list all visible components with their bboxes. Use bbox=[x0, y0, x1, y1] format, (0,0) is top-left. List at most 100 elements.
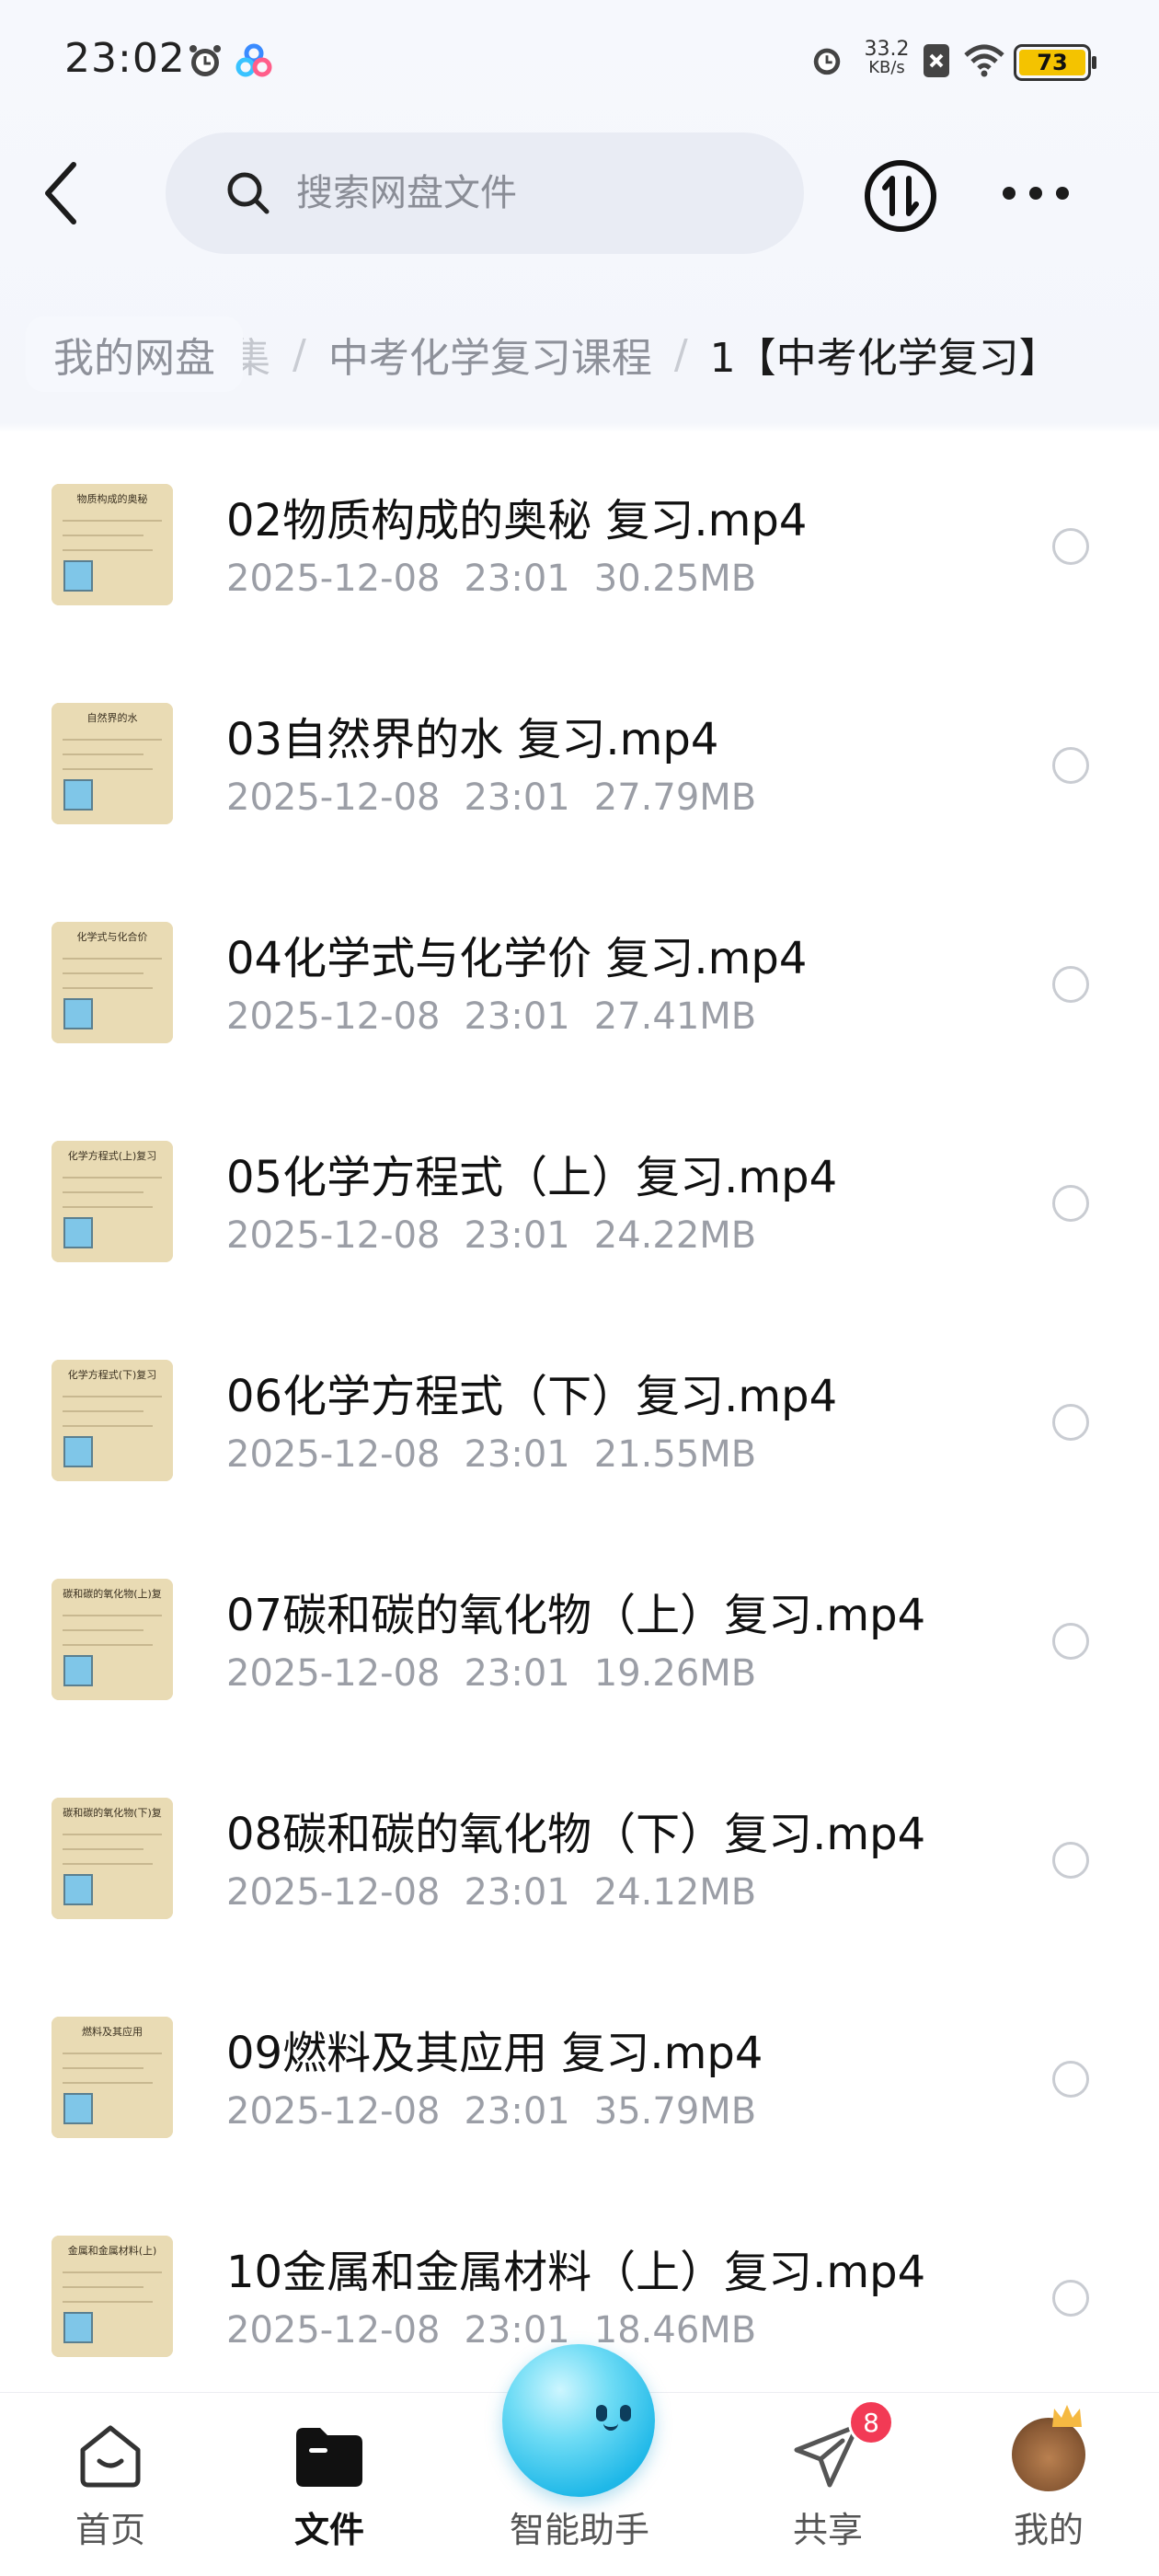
file-row[interactable]: 碳和碳的氧化物(下)复 08碳和碳的氧化物（下）复习.mp4 2025-12-08 2… bbox=[0, 1746, 1159, 1965]
status-bar: 23:02 33.2 KB/s 73 bbox=[0, 0, 1159, 120]
battery-indicator: 73 bbox=[1014, 44, 1096, 81]
orb-eye bbox=[620, 2405, 631, 2421]
select-radio[interactable] bbox=[1052, 1185, 1089, 1222]
video-thumbnail: 碳和碳的氧化物(下)复 bbox=[52, 1798, 173, 1919]
select-radio[interactable] bbox=[1052, 966, 1089, 1003]
video-thumbnail: 金属和金属材料(上) bbox=[52, 2236, 173, 2357]
orb-eye bbox=[596, 2405, 607, 2421]
select-radio[interactable] bbox=[1052, 1842, 1089, 1879]
file-date: 2025-12-08 bbox=[226, 995, 441, 1038]
file-row[interactable]: 燃料及其应用 09燃料及其应用 复习.mp4 2025-12-08 23:01 35.7… bbox=[0, 1965, 1159, 2184]
thumbnail-image: 自然界的水 bbox=[52, 703, 173, 824]
file-size: 35.79MB bbox=[593, 2090, 757, 2133]
select-radio[interactable] bbox=[1052, 1404, 1089, 1441]
video-thumbnail: 化学式与化合价 bbox=[52, 922, 173, 1043]
nav-share-label: 共享 bbox=[792, 2510, 863, 2550]
file-row[interactable]: 化学方程式(上)复习 05化学方程式（上）复习.mp4 2025-12-08 23:0… bbox=[0, 1089, 1159, 1308]
thumbnail-image: 化学方程式(上)复习 bbox=[52, 1141, 173, 1262]
thumbnail-image: 碳和碳的氧化物(上)复 bbox=[52, 1579, 173, 1700]
more-options-button[interactable] bbox=[1003, 175, 1069, 212]
file-size: 24.22MB bbox=[593, 1214, 757, 1257]
breadcrumb-item-current: 1【中考化学复习】 bbox=[709, 335, 1060, 382]
file-row[interactable]: 碳和碳的氧化物(上)复 07碳和碳的氧化物（上）复习.mp4 2025-12-08 2… bbox=[0, 1527, 1159, 1746]
file-name: 07碳和碳的氧化物（上）复习.mp4 bbox=[226, 1590, 926, 1641]
file-name: 03自然界的水 复习.mp4 bbox=[226, 714, 719, 765]
file-size: 27.79MB bbox=[593, 776, 757, 819]
file-date: 2025-12-08 bbox=[226, 1652, 441, 1695]
thumbnail-title: 化学方程式(上)复习 bbox=[68, 1149, 157, 1162]
alarm-icon bbox=[809, 42, 844, 81]
video-thumbnail: 化学方程式(下)复习 bbox=[52, 1360, 173, 1481]
file-meta: 2025-12-08 23:01 24.22MB bbox=[226, 1214, 780, 1257]
thumbnail-image: 金属和金属材料(上) bbox=[52, 2236, 173, 2357]
file-meta: 2025-12-08 23:01 27.41MB bbox=[226, 995, 780, 1038]
video-thumbnail: 自然界的水 bbox=[52, 703, 173, 824]
file-row[interactable]: 自然界的水 03自然界的水 复习.mp4 2025-12-08 23:01 27.79M… bbox=[0, 651, 1159, 870]
file-meta: 2025-12-08 23:01 24.12MB bbox=[226, 1871, 780, 1914]
thumbnail-title: 化学方程式(下)复习 bbox=[68, 1368, 157, 1381]
network-speed-value: 33.2 bbox=[864, 38, 910, 61]
network-speed-unit: KB/s bbox=[868, 58, 905, 77]
file-date: 2025-12-08 bbox=[226, 1433, 441, 1476]
orb-mouth bbox=[603, 2423, 618, 2431]
select-radio[interactable] bbox=[1052, 747, 1089, 784]
select-radio[interactable] bbox=[1052, 1623, 1089, 1660]
thumbnail-image: 化学方程式(下)复习 bbox=[52, 1360, 173, 1481]
breadcrumb-item-course[interactable]: 中考化学复习课程 bbox=[328, 325, 652, 384]
file-name: 04化学式与化学价 复习.mp4 bbox=[226, 933, 808, 984]
thumbnail-title: 碳和碳的氧化物(下)复 bbox=[63, 1806, 162, 1819]
dot-icon bbox=[1029, 187, 1042, 200]
status-time: 23:02 bbox=[64, 35, 186, 82]
select-radio[interactable] bbox=[1052, 2061, 1089, 2098]
crown-icon bbox=[1052, 2405, 1082, 2427]
nav-home[interactable]: 首页 bbox=[37, 2393, 184, 2576]
file-date: 2025-12-08 bbox=[226, 1871, 441, 1914]
thumbnail-image: 物质构成的奥秘 bbox=[52, 484, 173, 605]
file-size: 19.26MB bbox=[593, 1652, 757, 1695]
nav-assistant-label: 智能助手 bbox=[509, 2510, 649, 2550]
home-icon bbox=[80, 2425, 141, 2488]
file-row[interactable]: 化学式与化合价 04化学式与化学价 复习.mp4 2025-12-08 23:01 27… bbox=[0, 870, 1159, 1089]
select-radio[interactable] bbox=[1052, 2280, 1089, 2317]
nav-files[interactable]: 文件 bbox=[256, 2393, 403, 2576]
file-row[interactable]: 物质构成的奥秘 02物质构成的奥秘 复习.mp4 2025-12-08 23:01 30… bbox=[0, 432, 1159, 651]
search-icon bbox=[227, 172, 270, 214]
transfer-button[interactable] bbox=[863, 158, 938, 234]
video-thumbnail: 燃料及其应用 bbox=[52, 2017, 173, 2138]
search-bar[interactable] bbox=[166, 132, 804, 254]
breadcrumb-track: 集 / 中考化学复习课程 / 1【中考化学复习】 bbox=[230, 304, 1060, 405]
file-name: 06化学方程式（下）复习.mp4 bbox=[226, 1371, 838, 1422]
select-radio[interactable] bbox=[1052, 528, 1089, 565]
file-time: 23:01 bbox=[464, 1433, 570, 1476]
chevron-left-icon bbox=[45, 162, 76, 224]
share-notification-badge: 8 bbox=[848, 2399, 894, 2445]
assistant-orb-icon[interactable] bbox=[502, 2344, 655, 2497]
nav-files-label: 文件 bbox=[293, 2510, 364, 2550]
thumbnail-title: 化学式与化合价 bbox=[77, 930, 148, 943]
search-input[interactable] bbox=[296, 172, 775, 214]
file-row[interactable]: 化学方程式(下)复习 06化学方程式（下）复习.mp4 2025-12-08 23:0… bbox=[0, 1308, 1159, 1527]
netdisk-folder-screen: 23:02 33.2 KB/s 73 搜索网盘文件 集 / 中考化学复习课程 /… bbox=[0, 0, 1159, 2576]
file-time: 23:01 bbox=[464, 1871, 570, 1914]
file-meta: 2025-12-08 23:01 21.55MB bbox=[226, 1433, 780, 1476]
thumbnail-title: 燃料及其应用 bbox=[82, 2025, 143, 2038]
breadcrumb-separator: / bbox=[673, 330, 688, 378]
thumbnail-title: 碳和碳的氧化物(上)复 bbox=[63, 1587, 162, 1600]
back-button[interactable] bbox=[42, 156, 98, 230]
file-time: 23:01 bbox=[464, 1652, 570, 1695]
file-name: 10金属和金属材料（上）复习.mp4 bbox=[226, 2247, 926, 2298]
dot-icon bbox=[1003, 187, 1016, 200]
file-date: 2025-12-08 bbox=[226, 2309, 441, 2352]
nav-home-label: 首页 bbox=[75, 2510, 145, 2550]
file-time: 23:01 bbox=[464, 558, 570, 600]
battery-level: 73 bbox=[1019, 50, 1085, 75]
breadcrumb-item-root[interactable]: 我的网盘 bbox=[26, 316, 243, 392]
file-date: 2025-12-08 bbox=[226, 1214, 441, 1257]
file-name: 08碳和碳的氧化物（下）复习.mp4 bbox=[226, 1809, 926, 1860]
file-meta: 2025-12-08 23:01 35.79MB bbox=[226, 2090, 780, 2133]
file-meta: 2025-12-08 23:01 19.26MB bbox=[226, 1652, 780, 1695]
avatar[interactable] bbox=[1012, 2405, 1085, 2491]
video-thumbnail: 化学方程式(上)复习 bbox=[52, 1141, 173, 1262]
file-name: 09燃料及其应用 复习.mp4 bbox=[226, 2028, 763, 2079]
thumbnail-image: 燃料及其应用 bbox=[52, 2017, 173, 2138]
